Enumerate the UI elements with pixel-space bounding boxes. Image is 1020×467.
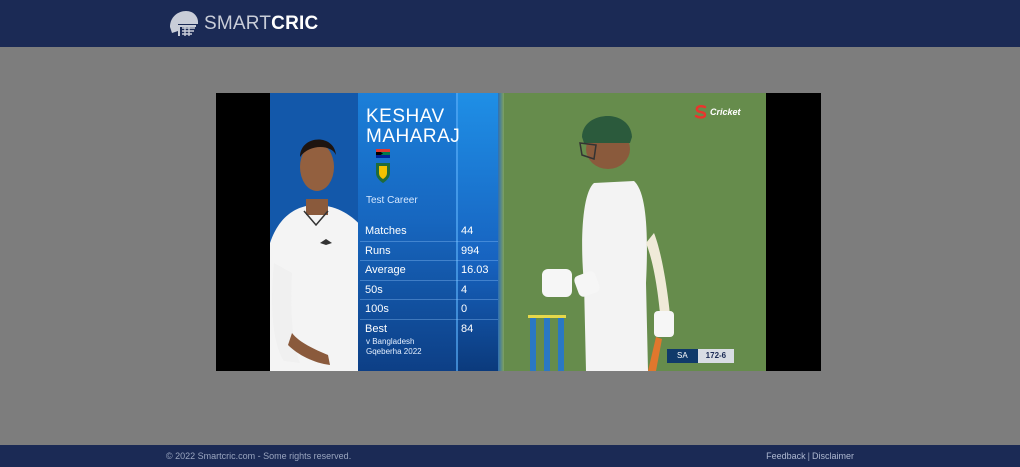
disclaimer-link[interactable]: Disclaimer [812,451,854,461]
brand-name: SMARTCRIC [204,13,319,34]
score-runs: 172-6 [697,349,735,363]
score-team: SA [667,349,698,363]
stat-label: 100s [365,303,389,316]
live-scene [498,93,766,371]
cricket-helmet-icon [170,11,198,36]
broadcaster-logo: Cricket [694,105,741,119]
player-stats-graphic: KESHAV MAHARAJ Test Career Matches 44 Ru… [270,93,498,371]
career-subtitle: Test Career [366,195,418,206]
feedback-link[interactable]: Feedback [766,451,806,461]
copyright-text: © 2022 Smartcric.com - Some rights reser… [166,451,352,461]
site-footer: © 2022 Smartcric.com - Some rights reser… [0,445,1020,467]
score-bug: SA 172-6 [667,349,735,363]
stat-row: 50s 4 [360,279,498,300]
player-portrait [270,93,362,371]
stat-label: Best [365,322,388,335]
stat-row: Matches 44 [360,221,498,241]
broadcaster-name: Cricket [710,107,741,117]
stat-label: Average [365,264,406,277]
site-header: SMARTCRIC [0,0,1020,47]
stat-row: 100s 0 [360,299,498,319]
site-logo[interactable]: SMARTCRIC [166,9,318,39]
best-detail: v Bangladesh Gqeberha 2022 [366,337,422,356]
player-first-name: KESHAV [366,106,445,127]
player-last-name: MAHARAJ [366,126,461,147]
supersport-s-icon [694,105,707,119]
stat-row: Best 84 [360,318,498,339]
stat-value: 994 [461,244,480,257]
batter-figure [498,93,766,371]
stat-value: 4 [461,283,468,296]
footer-links: Feedback | Disclaimer [766,451,854,461]
footer-separator: | [807,451,810,461]
player-name: KESHAV MAHARAJ [366,107,460,147]
stat-label: Matches [365,224,407,237]
scene-edge [498,93,504,371]
stats-table: Matches 44 Runs 994 Average 16.03 50s 4 … [360,221,498,338]
stat-value: 16.03 [461,264,489,277]
stat-value: 84 [461,322,474,335]
best-detail-venue: Gqeberha 2022 [366,346,422,356]
video-player[interactable]: KESHAV MAHARAJ Test Career Matches 44 Ru… [216,93,821,371]
stat-label: Runs [365,244,391,257]
stat-value: 44 [461,224,474,237]
stat-row: Runs 994 [360,240,498,261]
stat-row: Average 16.03 [360,260,498,280]
stat-label: 50s [365,283,383,296]
south-africa-crest-icon [376,149,390,183]
stat-value: 0 [461,303,468,316]
best-detail-opponent: v Bangladesh [366,337,415,346]
